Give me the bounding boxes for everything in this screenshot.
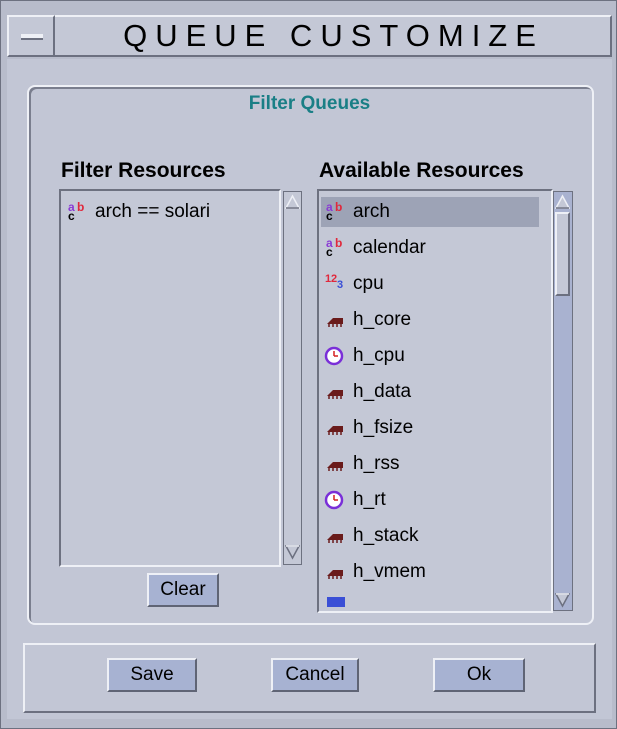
- memory-icon: [327, 318, 343, 327]
- save-button[interactable]: Save: [107, 658, 197, 692]
- ok-button[interactable]: Ok: [433, 658, 525, 692]
- filter-resource-text: arch == solari: [95, 201, 211, 222]
- string-icon: abc: [326, 200, 343, 223]
- memory-icon: [327, 462, 343, 471]
- window-title: QUEUE CUSTOMIZE: [123, 18, 544, 53]
- available-resources-list[interactable]: abc arch abc calendar 123 cpu h_core h_c…: [317, 189, 553, 613]
- list-item-h-core[interactable]: h_core: [321, 305, 539, 335]
- list-item-h-data[interactable]: h_data: [321, 377, 539, 407]
- numeric-icon: 123: [325, 273, 344, 291]
- list-item-h-vmem[interactable]: h_vmem: [321, 557, 539, 587]
- scroll-down-arrow-icon[interactable]: [285, 544, 300, 560]
- group-title: Filter Queues: [248, 93, 371, 114]
- list-item-arch[interactable]: abc arch: [321, 197, 539, 227]
- scroll-up-arrow-icon[interactable]: [285, 194, 300, 210]
- scroll-thumb[interactable]: [555, 212, 570, 296]
- queue-customize-window: QUEUE CUSTOMIZE Filter Queues Filter Res…: [0, 0, 617, 729]
- memory-icon: [327, 570, 343, 579]
- list-item-h-rt[interactable]: h_rt: [321, 485, 539, 515]
- list-item-h-rss[interactable]: h_rss: [321, 449, 539, 479]
- window-menu-button[interactable]: [7, 15, 55, 57]
- memory-icon: [327, 426, 343, 435]
- window-menu-icon: [21, 34, 43, 40]
- list-item-calendar[interactable]: abc calendar: [321, 233, 539, 263]
- clear-button[interactable]: Clear: [147, 573, 219, 607]
- list-item-h-stack[interactable]: h_stack: [321, 521, 539, 551]
- clock-icon: [324, 490, 344, 510]
- partial-list-item-icon: [327, 597, 345, 607]
- available-resources-scrollbar[interactable]: [553, 191, 573, 611]
- scroll-down-arrow-icon[interactable]: [555, 592, 570, 608]
- memory-icon: [327, 390, 343, 399]
- string-icon: abc: [326, 236, 343, 259]
- list-item-h-cpu[interactable]: h_cpu: [321, 341, 539, 371]
- list-item-h-fsize[interactable]: h_fsize: [321, 413, 539, 443]
- filter-resource-row[interactable]: abc arch == solari: [63, 197, 279, 227]
- string-icon: abc: [68, 200, 85, 223]
- filter-resources-scrollbar[interactable]: [283, 191, 302, 565]
- memory-icon: [327, 534, 343, 543]
- cancel-button[interactable]: Cancel: [271, 658, 359, 692]
- filter-resources-list[interactable]: abc arch == solari: [59, 189, 281, 567]
- clock-icon: [324, 346, 344, 366]
- list-item-cpu[interactable]: 123 cpu: [321, 269, 539, 299]
- available-resources-label: Available Resources: [319, 159, 524, 182]
- scroll-up-arrow-icon[interactable]: [555, 194, 570, 210]
- filter-resources-label: Filter Resources: [61, 159, 226, 182]
